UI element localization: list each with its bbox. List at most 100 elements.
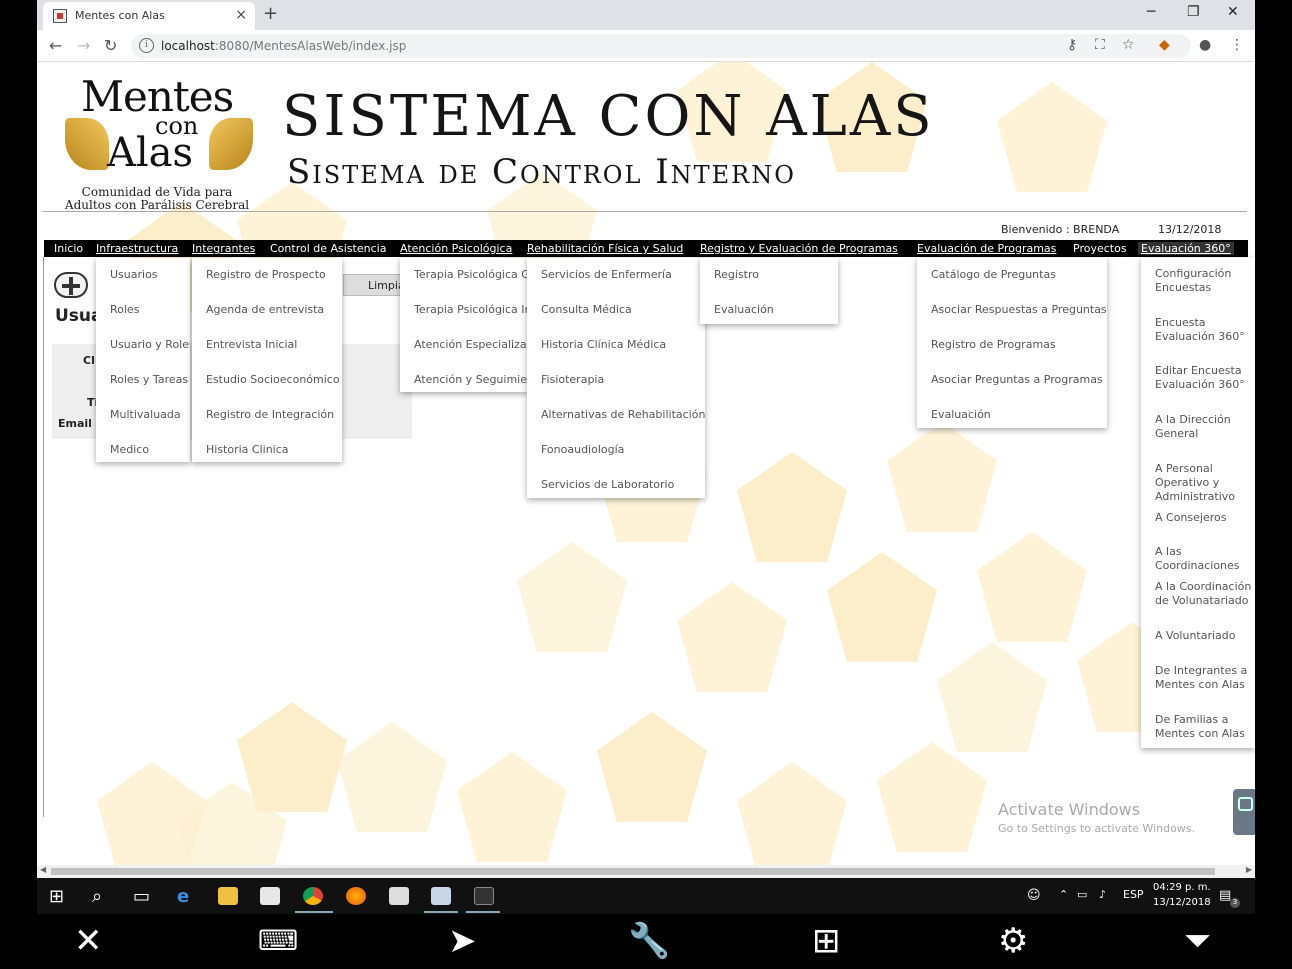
menu-option-atencion-especializada[interactable]: Atención Especializada xyxy=(414,338,528,352)
windows-key-icon[interactable]: ⊞ xyxy=(812,922,841,960)
site-info-icon[interactable]: i xyxy=(139,38,154,53)
menu-option-familias-mentes[interactable]: De Familias a Mentes con Alas xyxy=(1155,713,1255,741)
menu-option-roles-tareas[interactable]: Roles y Tareas xyxy=(110,373,188,387)
edge-icon[interactable]: e xyxy=(177,886,189,907)
menu-inicio[interactable]: Inicio xyxy=(54,242,83,255)
store-icon[interactable] xyxy=(260,887,280,905)
menu-option-historia-clinica-medica[interactable]: Historia Clínica Médica xyxy=(541,338,666,352)
clock-date[interactable]: 13/12/2018 xyxy=(1153,897,1211,908)
address-bar[interactable]: i localhost:8080/MentesAlasWeb/index.jsp xyxy=(131,34,1191,58)
settings-gear-icon[interactable]: ⚙ xyxy=(998,922,1028,960)
menu-kebab-icon[interactable]: ⋮ xyxy=(1230,37,1244,53)
terminal-icon[interactable] xyxy=(474,887,494,905)
menu-option-medico[interactable]: Medico xyxy=(110,443,149,457)
reload-icon[interactable]: ↻ xyxy=(104,36,117,55)
menu-option-evaluacion[interactable]: Evaluación xyxy=(714,303,774,317)
menu-evaluacion-programas[interactable]: Evaluación de Programas xyxy=(917,242,1056,255)
menu-option-coordinaciones[interactable]: A las Coordinaciones xyxy=(1155,545,1255,573)
menu-option-encuesta-360[interactable]: Encuesta Evaluación 360° xyxy=(1155,316,1255,344)
show-hidden-icons[interactable]: ⌃ xyxy=(1059,888,1068,901)
menu-option-configuracion-encuestas[interactable]: Configuración Encuestas xyxy=(1155,267,1255,295)
menu-option-editar-encuesta-360[interactable]: Editar Encuesta Evaluación 360° xyxy=(1155,364,1255,392)
minimize-button[interactable]: ─ xyxy=(1147,4,1155,20)
side-panel-tab-icon[interactable] xyxy=(1233,789,1255,835)
menu-infraestructura[interactable]: Infraestructura xyxy=(96,242,178,255)
star-icon[interactable]: ☆ xyxy=(1122,37,1135,53)
menu-option-evaluacion-programa[interactable]: Evaluación xyxy=(931,408,991,422)
menu-registro-evaluacion[interactable]: Registro y Evaluación de Programas xyxy=(700,242,898,255)
menu-atencion-psicologica[interactable]: Atención Psicológica xyxy=(400,242,512,255)
menu-proyectos[interactable]: Proyectos xyxy=(1073,242,1127,255)
menu-option-roles[interactable]: Roles xyxy=(110,303,139,317)
browser-tab[interactable]: Mentes con Alas × xyxy=(43,2,255,30)
firefox-icon[interactable] xyxy=(346,887,366,905)
menu-option-registro-programas[interactable]: Registro de Programas xyxy=(931,338,1056,352)
menu-rehabilitacion[interactable]: Rehabilitación Física y Salud xyxy=(527,242,683,255)
key-icon[interactable]: ⚷ xyxy=(1067,37,1077,53)
tab-close-icon[interactable]: × xyxy=(235,7,247,23)
menu-option-estudio-socioeconomico[interactable]: Estudio Socioeconómico xyxy=(206,373,340,387)
menu-option-usuarios[interactable]: Usuarios xyxy=(110,268,158,282)
forward-icon[interactable]: → xyxy=(77,36,90,55)
language-indicator[interactable]: ESP xyxy=(1123,888,1144,901)
menu-option-registro-prospecto[interactable]: Registro de Prospecto xyxy=(206,268,326,282)
close-window-button[interactable]: ✕ xyxy=(1227,4,1239,20)
menu-option-fonoaudiologia[interactable]: Fonoaudiología xyxy=(541,443,624,457)
menu-option-consulta-medica[interactable]: Consulta Médica xyxy=(541,303,632,317)
profile-icon[interactable]: ● xyxy=(1199,37,1211,53)
volume-icon[interactable]: ♪ xyxy=(1099,888,1106,901)
menu-option-catalogo-preguntas[interactable]: Catálogo de Preguntas xyxy=(931,268,1056,282)
close-session-icon[interactable]: ✕ xyxy=(74,922,103,960)
new-tab-button[interactable]: + xyxy=(263,3,278,24)
menu-option-historia-clinica[interactable]: Historia Clinica xyxy=(206,443,289,457)
menu-option-integrantes-mentes[interactable]: De Integrantes a Mentes con Alas xyxy=(1155,664,1255,692)
add-icon[interactable] xyxy=(54,272,88,298)
collapse-toolbar-icon[interactable]: ⏷ xyxy=(1184,922,1211,960)
menu-option-laboratorio[interactable]: Servicios de Laboratorio xyxy=(541,478,674,492)
scroll-left-icon[interactable]: ◀ xyxy=(40,865,46,874)
extension-icon[interactable]: ◆ xyxy=(1159,37,1170,53)
menu-option-coordinacion-voluntariado[interactable]: A la Coordinación de Volunatariado xyxy=(1155,580,1255,608)
wrench-icon[interactable]: 🔧 xyxy=(628,922,670,960)
menu-option-personal-operativo[interactable]: A Personal Operativo y Administrativo xyxy=(1155,462,1255,504)
file-explorer-icon[interactable] xyxy=(218,887,238,905)
back-icon[interactable]: ← xyxy=(49,36,62,55)
windows-start-icon[interactable]: ⊞ xyxy=(49,886,64,907)
menu-option-agenda-entrevista[interactable]: Agenda de entrevista xyxy=(206,303,324,317)
task-view-icon[interactable]: ▭ xyxy=(133,886,150,907)
menu-option-atencion-seguimiento[interactable]: Atención y Seguimient xyxy=(414,373,528,387)
java-app-icon[interactable] xyxy=(431,887,451,905)
menu-option-entrevista-inicial[interactable]: Entrevista Inicial xyxy=(206,338,297,352)
menu-option-registro[interactable]: Registro xyxy=(714,268,759,282)
horizontal-scrollbar[interactable]: ◀ ▶ xyxy=(37,865,1255,878)
scrollbar-thumb[interactable] xyxy=(51,868,1215,875)
menu-option-terapia-grupal[interactable]: Terapia Psicológica Gr xyxy=(414,268,528,282)
menu-option-enfermeria[interactable]: Servicios de Enfermería xyxy=(541,268,672,282)
menu-integrantes[interactable]: Integrantes xyxy=(192,242,255,255)
menu-option-registro-integracion[interactable]: Registro de Integración xyxy=(206,408,334,422)
menu-option-terapia-individual[interactable]: Terapia Psicológica In xyxy=(414,303,528,317)
maximize-button[interactable]: ❐ xyxy=(1187,4,1200,20)
network-icon[interactable]: ▭ xyxy=(1077,888,1087,901)
menu-option-usuario-roles[interactable]: Usuario y Roles xyxy=(110,338,190,352)
menu-option-asociar-respuestas[interactable]: Asociar Respuestas a Preguntas xyxy=(931,303,1107,317)
menu-option-voluntariado[interactable]: A Voluntariado xyxy=(1155,629,1255,643)
clear-button[interactable]: Limpia xyxy=(343,274,405,296)
translate-icon[interactable]: ⛶ xyxy=(1095,37,1105,53)
chrome-icon[interactable] xyxy=(303,887,323,905)
people-icon[interactable]: ☺ xyxy=(1027,888,1041,903)
menu-option-consejeros[interactable]: A Consejeros xyxy=(1155,511,1255,525)
menu-option-direccion-general[interactable]: A la Dirección General xyxy=(1155,413,1255,441)
menu-evaluacion-360[interactable]: Evaluación 360° xyxy=(1138,242,1234,255)
menu-option-fisioterapia[interactable]: Fisioterapia xyxy=(541,373,604,387)
search-icon[interactable]: ⌕ xyxy=(92,886,102,907)
clock-time[interactable]: 04:29 p. m. xyxy=(1153,882,1211,893)
pointer-icon[interactable]: ➤ xyxy=(448,922,477,960)
menu-option-multivaluada[interactable]: Multivaluada xyxy=(110,408,181,422)
menu-option-asociar-preguntas[interactable]: Asociar Preguntas a Programas xyxy=(931,373,1103,387)
mail-icon[interactable] xyxy=(389,887,409,905)
keyboard-icon[interactable]: ⌨ xyxy=(258,922,298,960)
scroll-right-icon[interactable]: ▶ xyxy=(1246,865,1252,874)
menu-control-asistencia[interactable]: Control de Asistencia xyxy=(270,242,386,255)
menu-option-alternativas-rehabilitacion[interactable]: Alternativas de Rehabilitación xyxy=(541,408,705,422)
